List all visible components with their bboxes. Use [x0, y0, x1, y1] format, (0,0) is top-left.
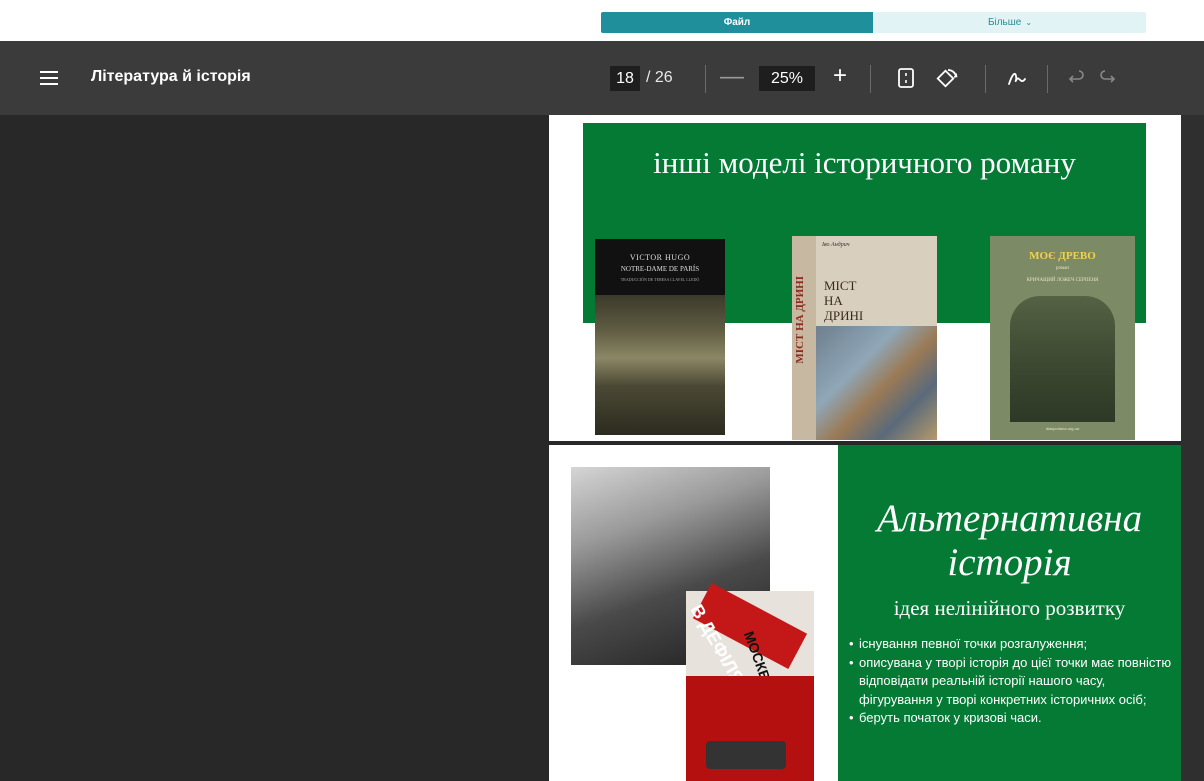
menu-icon[interactable] — [40, 71, 58, 85]
zoom-level-input[interactable]: 25% — [759, 66, 815, 91]
slide-subtitle: ідея нелінійного розвитку — [893, 596, 1126, 620]
slide-page: В ДЕФІЛЯДІ МОСКВІ Альтернативна історія … — [549, 445, 1181, 781]
book-cover-mist-na-drini: МІСТ НА ДРИНІ Іво Андрич МІСТ НА ДРИНІ — [792, 236, 937, 440]
book-cover-text: МОЄ ДРЕВО — [1029, 250, 1096, 262]
tab-more[interactable]: Більше ⌄ — [874, 12, 1146, 33]
toolbar-divider — [870, 65, 871, 93]
book-cover-text: NOTRE-DAME DE PARÍS — [620, 265, 700, 273]
book-cover-text: diasporiana.org.ua — [1045, 426, 1080, 431]
book-poster: В ДЕФІЛЯДІ МОСКВІ — [686, 582, 814, 781]
book-front-title: МІСТ НА ДРИНІ — [824, 278, 864, 323]
book-cover-text: VICTOR HUGO — [629, 253, 691, 262]
book-cover-art — [816, 326, 937, 440]
book-author: Іво Андрич — [822, 242, 850, 248]
book-spine-text: МІСТ НА ДРИНІ — [794, 276, 806, 364]
bullet-list: існування певної точки розгалуження; опи… — [849, 635, 1177, 728]
toolbar-divider — [985, 65, 986, 93]
slide-page: інші моделі історичного роману VICTOR HU… — [549, 115, 1181, 441]
tab-file[interactable]: Файл — [601, 12, 873, 33]
pdf-toolbar: Література й історія 18 / 26 — 25% + — [0, 41, 1204, 115]
book-cover-notre-dame: VICTOR HUGO NOTRE-DAME DE PARÍS TRADUCCI… — [595, 239, 725, 435]
list-item: беруть початок у кризові часи. — [849, 709, 1177, 728]
zoom-out-button[interactable]: — — [720, 63, 744, 91]
undo-icon[interactable] — [1066, 67, 1088, 89]
document-title: Література й історія — [91, 68, 251, 85]
list-item: описувана у творі історія до цієї точки … — [849, 654, 1177, 710]
book-cover-text: TRADUCCIÓN DE TERESA CLAVEL LLEDÓ — [620, 277, 700, 282]
book-cover-text: КРИЧАЩИЙ ЛОЖЕЧ СЕРПЕНЯ — [1026, 278, 1099, 283]
chevron-down-icon: ⌄ — [1025, 18, 1033, 27]
fit-page-icon[interactable] — [895, 67, 917, 89]
scroll-area[interactable] — [1181, 115, 1204, 781]
app-top-strip: Файл Більше ⌄ — [0, 0, 1204, 41]
toolbar-divider — [705, 65, 706, 93]
page-total: / 26 — [646, 69, 673, 86]
zoom-in-button[interactable]: + — [833, 62, 847, 90]
slide-title: Альтернативна історія — [876, 497, 1143, 584]
poster-art — [706, 741, 786, 769]
rotate-icon[interactable] — [935, 67, 958, 89]
book-cover-moie-drevo: МОЄ ДРЕВО роман КРИЧАЩИЙ ЛОЖЕЧ СЕРПЕНЯ d… — [990, 236, 1135, 440]
page-number-input[interactable]: 18 — [610, 66, 640, 91]
redo-icon[interactable] — [1096, 67, 1118, 89]
tab-more-label: Більше — [987, 17, 1022, 28]
slide-title: інші моделі історичного роману — [653, 145, 1076, 180]
book-cover-art — [1010, 296, 1115, 422]
list-item: існування певної точки розгалуження; — [849, 635, 1177, 654]
book-cover-text: роман — [1056, 266, 1069, 271]
draw-icon[interactable] — [1006, 67, 1028, 89]
toolbar-divider — [1047, 65, 1048, 93]
book-cover-art — [595, 295, 725, 435]
